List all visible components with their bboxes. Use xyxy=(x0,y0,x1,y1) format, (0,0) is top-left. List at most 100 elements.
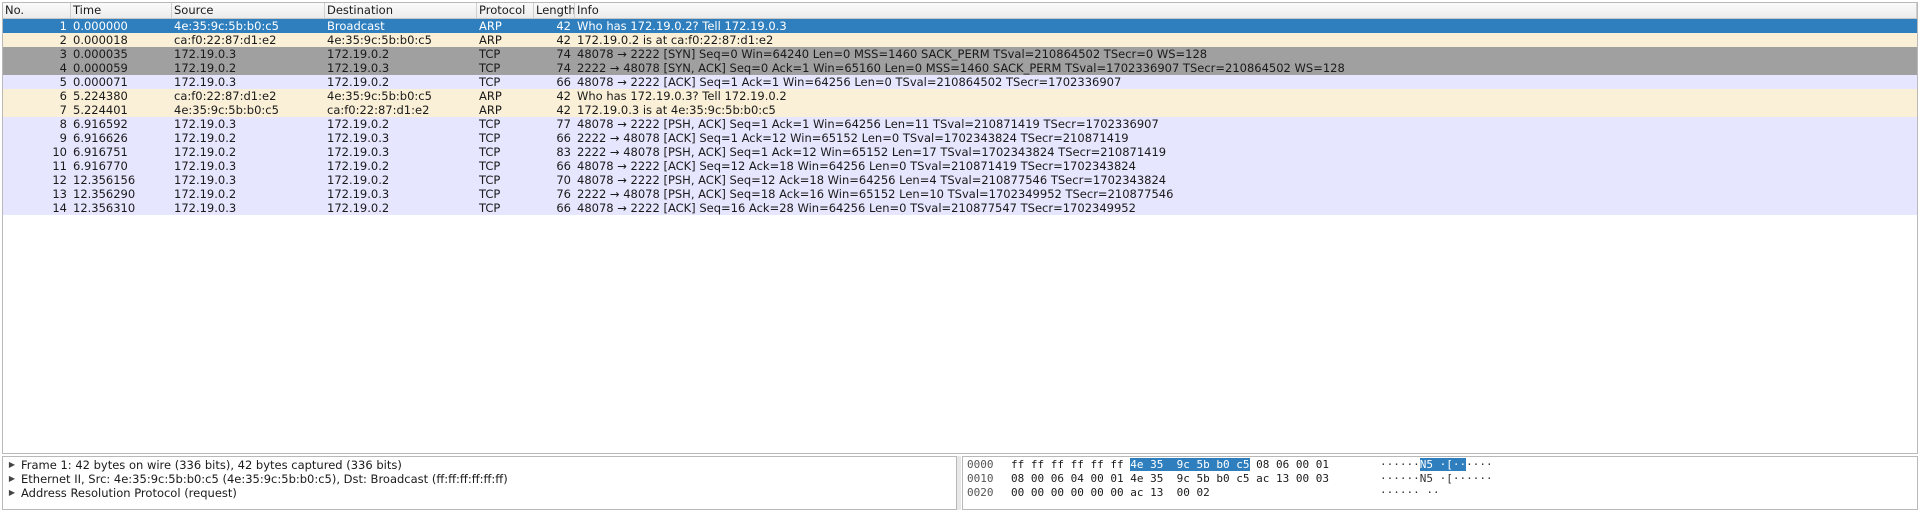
packet-length: 74 xyxy=(556,47,571,61)
detail-tree-item[interactable]: ▶ Address Resolution Protocol (request) xyxy=(3,486,956,500)
packet-time: 12.356310 xyxy=(73,201,136,215)
packet-bytes-pane[interactable]: 0000 ff ff ff ff ff ff 4e 35 9c 5b b0 c5 … xyxy=(962,456,1918,510)
packet-details-pane[interactable]: ▶ Frame 1: 42 bytes on wire (336 bits), 4… xyxy=(2,456,957,510)
hex-byte[interactable]: 9c xyxy=(1176,458,1190,471)
hex-byte[interactable]: 5b xyxy=(1197,472,1210,485)
hex-byte[interactable]: ff xyxy=(1071,458,1084,471)
hex-byte[interactable]: 13 xyxy=(1150,486,1163,499)
packet-row[interactable]: 6 5.224380 ca:f0:22:87:d1:e2 4e:35:9c:5b:b0… xyxy=(3,89,1917,103)
column-header-time[interactable]: Time xyxy=(71,3,172,18)
hex-byte[interactable]: 00 xyxy=(1177,486,1190,499)
packet-length: 42 xyxy=(556,19,571,33)
packet-info: 48078 → 2222 [SYN] Seq=0 Win=64240 Len=0… xyxy=(577,47,1208,61)
packet-no: 7 xyxy=(59,103,67,117)
hex-byte[interactable]: 08 xyxy=(1011,472,1024,485)
hex-byte[interactable]: 04 xyxy=(1071,472,1084,485)
hex-byte[interactable]: 00 xyxy=(1091,472,1104,485)
hex-byte[interactable]: 01 xyxy=(1316,458,1329,471)
column-header-protocol[interactable]: Protocol xyxy=(477,3,534,18)
collapsed-arrow-icon[interactable]: ▶ xyxy=(3,472,21,486)
packet-row[interactable]: 12 12.356156 172.19.0.3 172.19.0.2 TCP 70 4807… xyxy=(3,173,1917,187)
hex-byte[interactable]: 00 xyxy=(1071,486,1084,499)
packet-row[interactable]: 4 0.000059 172.19.0.2 172.19.0.3 TCP 74 2222 →… xyxy=(3,61,1917,75)
hex-byte[interactable]: ac xyxy=(1130,486,1143,499)
hex-ascii[interactable]: ······N5 ·[······ xyxy=(1380,458,1493,472)
packet-row[interactable]: 10 6.916751 172.19.0.2 172.19.0.3 TCP 83 2222 … xyxy=(3,145,1917,159)
packet-row[interactable]: 11 6.916770 172.19.0.3 172.19.0.2 TCP 66 48078… xyxy=(3,159,1917,173)
packet-length: 66 xyxy=(556,201,571,215)
packet-row[interactable]: 13 12.356290 172.19.0.2 172.19.0.3 TCP 76 2222… xyxy=(3,187,1917,201)
hex-byte[interactable]: 02 xyxy=(1197,486,1210,499)
packet-row[interactable]: 14 12.356310 172.19.0.3 172.19.0.2 TCP 66 4807… xyxy=(3,201,1917,215)
packet-protocol: TCP xyxy=(479,187,501,201)
hex-byte[interactable]: 06 xyxy=(1051,472,1064,485)
hex-byte[interactable]: 00 xyxy=(1296,458,1309,471)
packet-destination: 172.19.0.3 xyxy=(327,187,390,201)
packet-row[interactable]: 9 6.916626 172.19.0.2 172.19.0.3 TCP 66 2222 →… xyxy=(3,131,1917,145)
collapsed-arrow-icon[interactable]: ▶ xyxy=(3,458,21,472)
packet-row[interactable]: 3 0.000035 172.19.0.3 172.19.0.2 TCP 74 48078 … xyxy=(3,47,1917,61)
pane-splitter[interactable] xyxy=(957,456,961,510)
column-header-destination[interactable]: Destination xyxy=(325,3,477,18)
hex-byte[interactable]: 00 xyxy=(1110,486,1123,499)
hex-offset: 0000 xyxy=(967,458,994,471)
hex-byte[interactable]: 13 xyxy=(1276,472,1289,485)
packet-row[interactable]: 7 5.224401 4e:35:9c:5b:b0:c5 ca:f0:22:87:d1… xyxy=(3,103,1917,117)
hex-byte[interactable]: 03 xyxy=(1316,472,1329,485)
hex-ascii[interactable]: ······N5 ·[······ xyxy=(1380,472,1493,486)
hex-byte[interactable]: b0 xyxy=(1216,472,1229,485)
hex-byte[interactable]: ff xyxy=(1031,458,1044,471)
column-header-source[interactable]: Source xyxy=(172,3,325,18)
hex-byte[interactable]: 00 xyxy=(1011,486,1024,499)
hex-bytes[interactable]: ff ff ff ff ff ff 4e 35 9c 5b b0 c5 08 0… xyxy=(1011,458,1329,472)
hex-byte[interactable]: 06 xyxy=(1276,458,1289,471)
hex-byte[interactable]: 4e xyxy=(1130,458,1144,471)
hex-byte[interactable]: 00 xyxy=(1051,486,1064,499)
packet-protocol: TCP xyxy=(479,47,501,61)
hex-bytes[interactable]: 08 00 06 04 00 01 4e 35 9c 5b b0 c5 ac 1… xyxy=(1011,472,1329,486)
hex-byte[interactable]: 00 xyxy=(1031,486,1044,499)
hex-byte[interactable]: c5 xyxy=(1236,472,1249,485)
column-header-info[interactable]: Info xyxy=(575,3,1917,18)
hex-byte[interactable]: c5 xyxy=(1236,458,1250,471)
hex-byte[interactable]: ac xyxy=(1256,472,1269,485)
packet-row[interactable]: 1 0.000000 4e:35:9c:5b:b0:c5 Broadcast ARP 42… xyxy=(3,19,1917,33)
column-header-no[interactable]: No. xyxy=(3,3,71,18)
hex-byte[interactable]: 9c xyxy=(1177,472,1190,485)
packet-protocol: TCP xyxy=(479,159,501,173)
collapsed-arrow-icon[interactable]: ▶ xyxy=(3,486,21,500)
hex-byte[interactable]: 35 xyxy=(1150,458,1164,471)
packet-length: 42 xyxy=(556,33,571,47)
hex-byte[interactable]: ff xyxy=(1091,458,1104,471)
hex-byte[interactable]: 35 xyxy=(1150,472,1163,485)
packet-row[interactable]: 2 0.000018 ca:f0:22:87:d1:e2 4e:35:9c:5b:b0… xyxy=(3,33,1917,47)
packet-source: 172.19.0.3 xyxy=(174,201,237,215)
packet-info: 48078 → 2222 [PSH, ACK] Seq=12 Ack=18 Wi… xyxy=(577,173,1167,187)
detail-tree-item[interactable]: ▶ Frame 1: 42 bytes on wire (336 bits), 4… xyxy=(3,458,956,472)
column-header-length[interactable]: Length xyxy=(534,3,575,18)
packet-length: 42 xyxy=(556,103,571,117)
hex-byte[interactable]: 00 xyxy=(1031,472,1044,485)
packet-time: 6.916592 xyxy=(73,117,128,131)
hex-ascii[interactable]: ······ ·· xyxy=(1380,486,1440,500)
packet-source: 172.19.0.3 xyxy=(174,75,237,89)
hex-byte[interactable]: ff xyxy=(1011,458,1024,471)
hex-byte[interactable]: 00 xyxy=(1091,486,1104,499)
packet-row[interactable]: 5 0.000071 172.19.0.3 172.19.0.2 TCP 66 48078 … xyxy=(3,75,1917,89)
detail-tree-item[interactable]: ▶ Ethernet II, Src: 4e:35:9c:5b:b0:c5 (4e… xyxy=(3,472,956,486)
hex-byte[interactable]: b0 xyxy=(1216,458,1230,471)
packet-list[interactable]: No. Time Source Destination Protocol Len… xyxy=(2,2,1918,454)
packet-row[interactable]: 8 6.916592 172.19.0.3 172.19.0.2 TCP 77 48078 … xyxy=(3,117,1917,131)
hex-byte[interactable]: 4e xyxy=(1130,472,1143,485)
hex-byte[interactable]: ff xyxy=(1051,458,1064,471)
packet-info: 2222 → 48078 [SYN, ACK] Seq=0 Ack=1 Win=… xyxy=(577,61,1345,75)
packet-time: 5.224401 xyxy=(73,103,128,117)
hex-bytes[interactable]: 00 00 00 00 00 00 ac 13 00 02 xyxy=(1011,486,1210,500)
hex-byte[interactable]: ff xyxy=(1110,458,1123,471)
hex-byte[interactable]: 08 xyxy=(1256,458,1269,471)
packet-destination: 4e:35:9c:5b:b0:c5 xyxy=(327,33,432,47)
hex-byte[interactable]: 5b xyxy=(1196,458,1210,471)
hex-byte[interactable]: 01 xyxy=(1110,472,1123,485)
hex-byte[interactable]: 00 xyxy=(1296,472,1309,485)
packet-source: 172.19.0.3 xyxy=(174,117,237,131)
